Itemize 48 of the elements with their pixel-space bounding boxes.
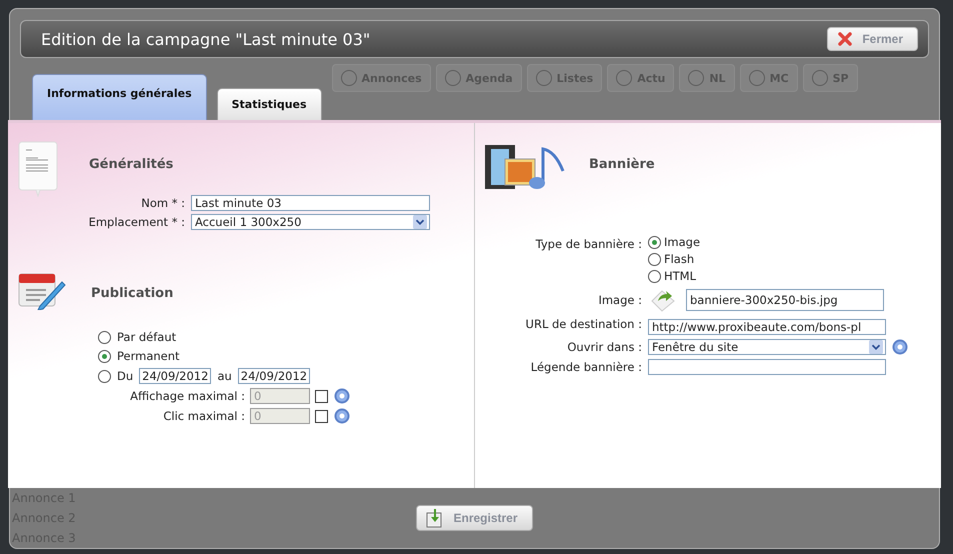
document-icon [18, 141, 58, 197]
radio-button[interactable] [98, 350, 111, 362]
dropdown-field[interactable]: Accueil 1 300x250 [191, 214, 430, 230]
close-icon [838, 32, 852, 46]
file-name-field[interactable]: banniere-300x250-bis.jpg [686, 289, 884, 311]
tab-icon [536, 70, 552, 86]
radio-label: Permanent [117, 349, 180, 363]
tab-icon [748, 70, 765, 86]
tab-icon [688, 70, 704, 86]
tab-icon [340, 70, 357, 86]
field-label: Affichage maximal : [129, 389, 245, 403]
field-label: Image : [597, 293, 642, 307]
section-heading: Bannière [589, 157, 655, 172]
radio-button[interactable] [98, 370, 111, 382]
radio-button[interactable] [648, 270, 661, 282]
radio-button[interactable] [648, 236, 661, 248]
radio-button[interactable] [648, 252, 661, 266]
field-label: Nom * : [140, 196, 185, 210]
section-heading: Publication [91, 286, 174, 301]
text-field[interactable]: http://www.proxibeaute.com/bons-pl [648, 319, 886, 335]
text-field[interactable]: Last minute 03 [191, 195, 430, 211]
tab[interactable]: Statistiques [216, 88, 322, 120]
help-icon[interactable] [892, 339, 908, 355]
radio-label: Du [117, 369, 134, 383]
help-icon[interactable] [334, 388, 350, 404]
field-label: Clic maximal : [162, 409, 245, 423]
tab-icon [616, 70, 632, 86]
tab[interactable]: Informations générales [32, 74, 207, 120]
field-label: Ouvrir dans : [566, 340, 642, 354]
field-label: URL de destination : [524, 317, 642, 331]
date-field[interactable]: 24/09/2012 [139, 368, 212, 384]
help-icon[interactable] [334, 408, 350, 424]
field-label: Type de bannière : [534, 236, 642, 251]
date-separator: au [217, 369, 232, 383]
window-title: Edition de la campagne "Last minute 03" [41, 30, 370, 48]
text-field[interactable] [648, 359, 886, 375]
date-field[interactable]: 24/09/2012 [238, 368, 310, 384]
tab-icon [444, 70, 461, 86]
radio-label: Image [664, 235, 700, 249]
radio-label: HTML [664, 269, 696, 283]
radio-label: Flash [664, 252, 694, 266]
tab-icon [812, 70, 828, 86]
field-label: Légende bannière : [530, 360, 642, 374]
radio-label: Par défaut [117, 330, 176, 344]
radio-button[interactable] [98, 330, 111, 344]
dropdown-field[interactable]: Fenêtre du site [648, 339, 886, 355]
field-label: Emplacement * : [88, 215, 185, 229]
section-heading: Généralités [89, 157, 174, 172]
